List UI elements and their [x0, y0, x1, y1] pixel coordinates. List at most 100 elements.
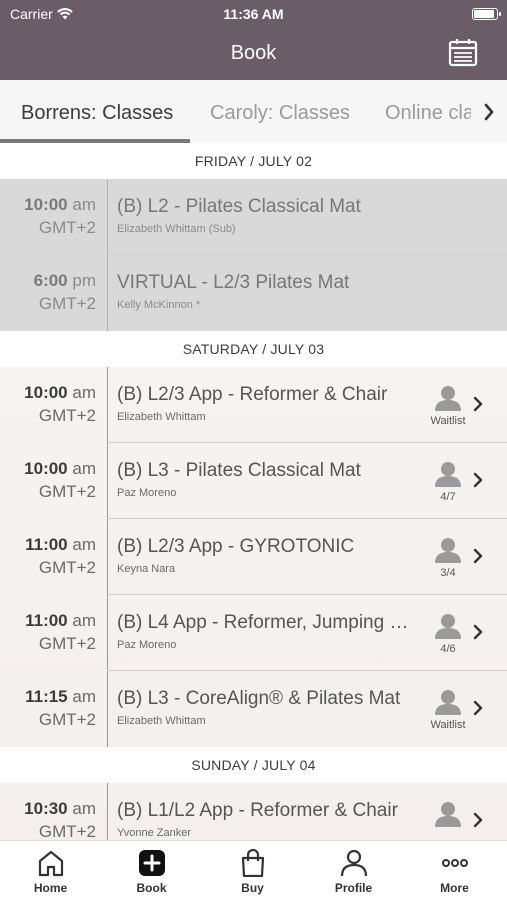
time-zone: GMT+2 [38, 710, 96, 729]
class-name: (B) L2/3 App - Reformer & Chair [117, 384, 388, 405]
instructor-name: Elizabeth Whittam [117, 715, 206, 727]
tab-online-classes[interactable]: Online cla [385, 102, 474, 125]
start-time: 10:30 [24, 799, 68, 818]
start-time: 10:00 [24, 383, 68, 402]
class-time: 10:30 am GMT+2 [6, 799, 96, 840]
battery-icon [472, 8, 501, 20]
time-zone: GMT+2 [38, 406, 96, 425]
location-tabs: Borrens: Classes Caroly: Classes Online … [0, 80, 507, 143]
time-period: am [72, 459, 96, 478]
class-row[interactable]: 11:15 am GMT+2 (B) L3 - CoreAlign® & Pil… [0, 671, 507, 747]
more-dots-icon [441, 859, 468, 867]
day-header: FRIDAY / JULY 02 [0, 143, 507, 179]
class-name: (B) L3 - Pilates Classical Mat [117, 460, 361, 481]
class-row[interactable]: 11:00 am GMT+2 (B) L2/3 App - GYROTONIC … [0, 519, 507, 595]
class-name: (B) L2/3 App - GYROTONIC [117, 536, 355, 557]
person-icon [435, 690, 461, 715]
class-time: 10:00 am GMT+2 [6, 459, 96, 502]
class-time: 11:00 am GMT+2 [6, 611, 96, 654]
start-time: 11:00 [25, 611, 68, 630]
start-time: 11:15 [25, 687, 68, 706]
time-period: am [72, 687, 96, 706]
start-time: 6:00 [33, 271, 68, 290]
chevron-right-icon [473, 812, 483, 828]
start-time: 10:00 [24, 459, 68, 478]
chevron-right-icon [473, 700, 483, 716]
chevron-right-icon [473, 472, 483, 488]
instructor-name: Paz Moreno [117, 487, 177, 499]
class-schedule-list: FRIDAY / JULY 02 10:00 am GMT+2 (B) L2 -… [0, 143, 507, 840]
start-time: 10:00 [24, 195, 68, 214]
availability-label: Waitlist [430, 415, 466, 427]
time-zone: GMT+2 [38, 558, 96, 577]
class-row[interactable]: 10:00 am GMT+2 (B) L3 - Pilates Classica… [0, 443, 507, 519]
day-header: SUNDAY / JULY 04 [0, 747, 507, 783]
time-zone: GMT+2 [38, 294, 96, 313]
plus-square-icon [138, 850, 165, 876]
class-row[interactable]: 10:00 am GMT+2 (B) L2/3 App - Reformer &… [0, 367, 507, 443]
class-time: 11:15 am GMT+2 [6, 687, 96, 730]
tab-more-label: More [440, 881, 469, 895]
person-icon [435, 614, 461, 639]
availability-indicator: Waitlist [422, 385, 474, 437]
tab-profile-label: Profile [334, 881, 373, 895]
tab-more[interactable]: More [404, 841, 505, 900]
tab-profile[interactable]: Profile [303, 841, 404, 900]
class-time: 10:00 am GMT+2 [6, 383, 96, 426]
app-header: Carrier 11:36 AM Book [0, 0, 507, 80]
person-icon [340, 849, 367, 877]
time-period: am [72, 195, 96, 214]
bottom-tab-bar: Home Book Buy Profile More [0, 840, 507, 900]
class-name: VIRTUAL - L2/3 Pilates Mat [117, 272, 350, 293]
tab-borrens-classes[interactable]: Borrens: Classes [21, 102, 173, 125]
tabs-scroll-right-icon[interactable] [481, 100, 497, 124]
availability-indicator: 4/6 [422, 613, 474, 665]
time-zone: GMT+2 [38, 822, 96, 840]
chevron-right-icon [473, 548, 483, 564]
class-time: 11:00 am GMT+2 [6, 535, 96, 578]
calendar-icon[interactable] [447, 36, 479, 68]
time-period: am [72, 535, 96, 554]
time-period: am [72, 383, 96, 402]
class-row[interactable]: 11:00 am GMT+2 (B) L4 App - Reformer, Ju… [0, 595, 507, 671]
person-icon [435, 386, 461, 411]
tab-book[interactable]: Book [101, 841, 202, 900]
availability-label: 4/6 [440, 643, 456, 655]
class-time: 10:00 am GMT+2 [6, 195, 96, 238]
start-time: 11:00 [25, 535, 68, 554]
class-row[interactable]: 10:00 am GMT+2 (B) L2 - Pilates Classica… [0, 179, 507, 255]
chevron-right-icon [473, 624, 483, 640]
instructor-name: Yvonne Zanker [117, 827, 191, 839]
time-zone: GMT+2 [38, 482, 96, 501]
tab-home[interactable]: Home [0, 841, 101, 900]
class-name: (B) L1/L2 App - Reformer & Chair [117, 800, 398, 821]
instructor-name: Kelly McKinnon * [117, 299, 201, 311]
availability-indicator [422, 801, 474, 840]
instructor-name: Paz Moreno [117, 639, 177, 651]
tab-caroly-classes[interactable]: Caroly: Classes [210, 102, 350, 125]
tab-buy[interactable]: Buy [202, 841, 303, 900]
instructor-name: Elizabeth Whittam (Sub) [117, 223, 236, 235]
home-icon [38, 850, 63, 877]
tab-home-label: Home [33, 881, 68, 895]
day-header: SATURDAY / JULY 03 [0, 331, 507, 367]
status-bar: Carrier 11:36 AM [0, 0, 507, 28]
class-name: (B) L2 - Pilates Classical Mat [117, 196, 361, 217]
page-title: Book [230, 42, 277, 64]
class-name: (B) L3 - CoreAlign® & Pilates Mat [117, 688, 401, 709]
availability-label: 3/4 [440, 567, 456, 579]
availability-label: 4/7 [440, 491, 456, 503]
time-period: pm [72, 271, 96, 290]
status-time: 11:36 AM [223, 6, 284, 22]
availability-indicator: Waitlist [422, 689, 474, 741]
tab-book-label: Book [136, 881, 167, 895]
shopping-bag-icon [241, 849, 264, 877]
time-period: am [72, 611, 96, 630]
availability-label: Waitlist [430, 719, 466, 731]
instructor-name: Keyna Nara [117, 563, 176, 575]
person-icon [435, 462, 461, 487]
time-zone: GMT+2 [38, 634, 96, 653]
class-row[interactable]: 6:00 pm GMT+2 VIRTUAL - L2/3 Pilates Mat… [0, 255, 507, 331]
class-row[interactable]: 10:30 am GMT+2 (B) L1/L2 App - Reformer … [0, 783, 507, 840]
person-icon [435, 538, 461, 563]
